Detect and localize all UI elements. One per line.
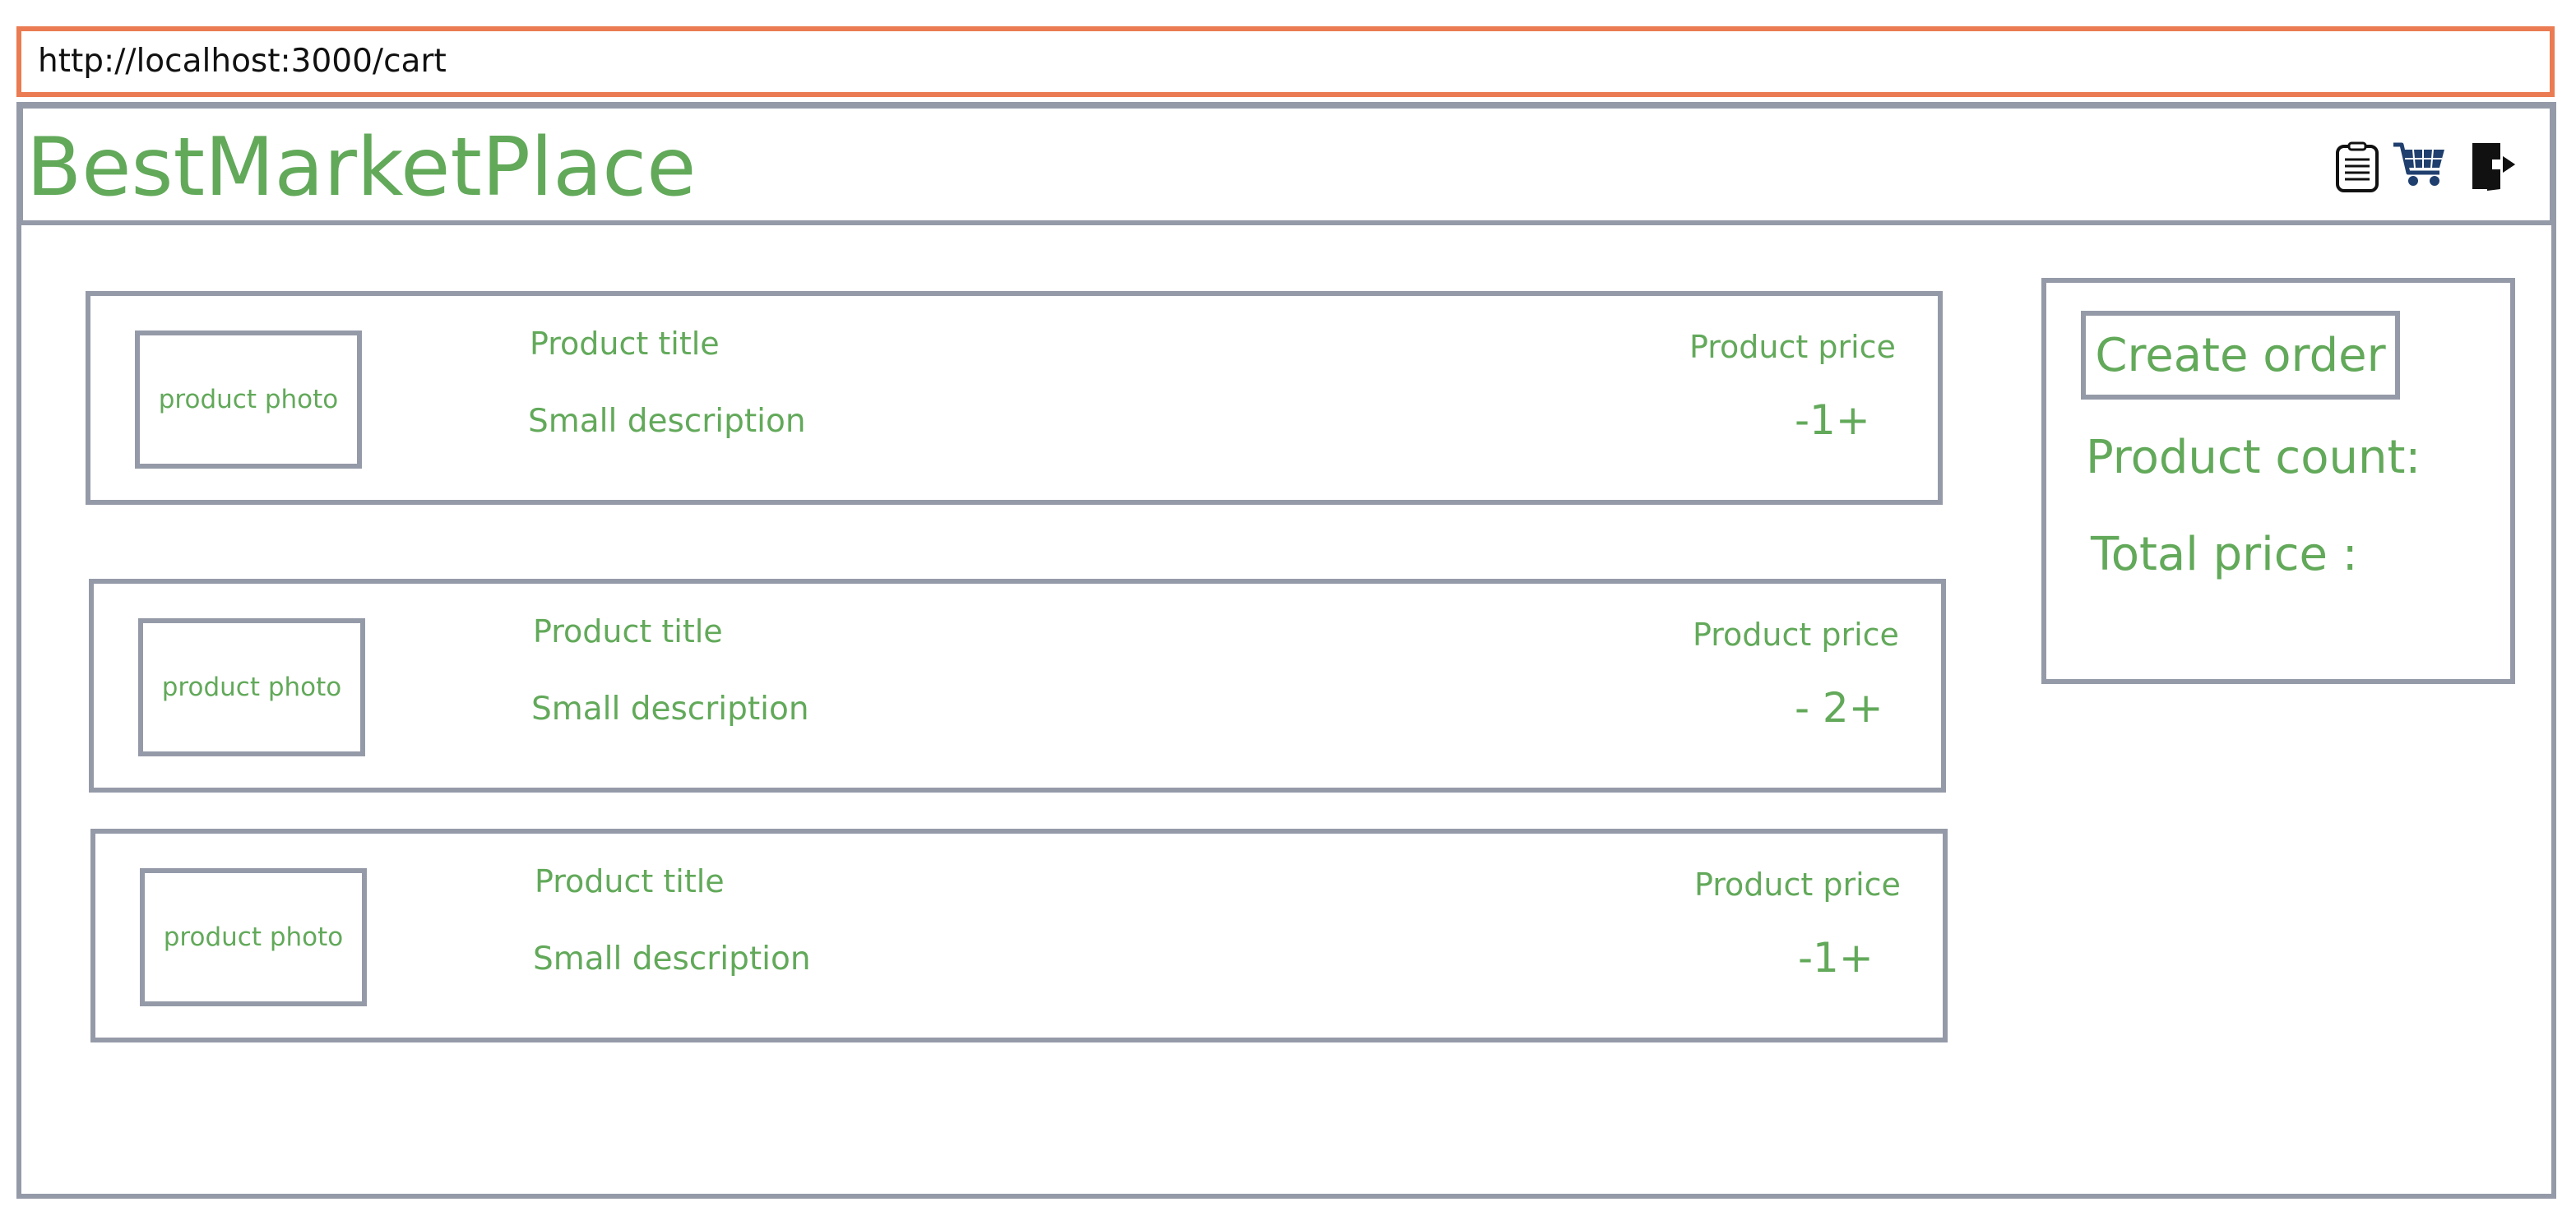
logout-icon[interactable] — [2469, 140, 2520, 196]
site-logo[interactable]: BestMarketPlace — [26, 118, 696, 217]
product-price: Product price — [1694, 867, 1901, 903]
cart-item — [90, 829, 1948, 1042]
orders-list-icon[interactable] — [2334, 141, 2380, 197]
url-bar[interactable]: http://localhost:3000/cart — [16, 26, 2555, 97]
product-price: Product price — [1693, 617, 1899, 653]
quantity-stepper[interactable]: -1+ — [1795, 396, 1870, 444]
product-title[interactable]: Product title — [535, 863, 725, 899]
product-count-label: Product count: — [2086, 431, 2421, 484]
product-photo: product photo — [138, 618, 365, 756]
product-photo: product photo — [140, 868, 367, 1006]
quantity-stepper[interactable]: - 2+ — [1795, 684, 1883, 732]
total-price-label: Total price : — [2091, 528, 2358, 581]
quantity-stepper[interactable]: -1+ — [1798, 934, 1874, 982]
cart-item — [86, 291, 1943, 505]
product-title[interactable]: Product title — [533, 613, 723, 649]
product-description: Small description — [528, 403, 806, 440]
create-order-button[interactable]: Create order — [2081, 311, 2400, 400]
product-title[interactable]: Product title — [530, 326, 720, 362]
product-description: Small description — [531, 691, 809, 728]
product-photo: product photo — [135, 331, 362, 469]
cart-icon[interactable] — [2392, 140, 2448, 192]
product-description: Small description — [533, 941, 811, 978]
product-price: Product price — [1689, 329, 1896, 365]
cart-item — [89, 579, 1946, 793]
